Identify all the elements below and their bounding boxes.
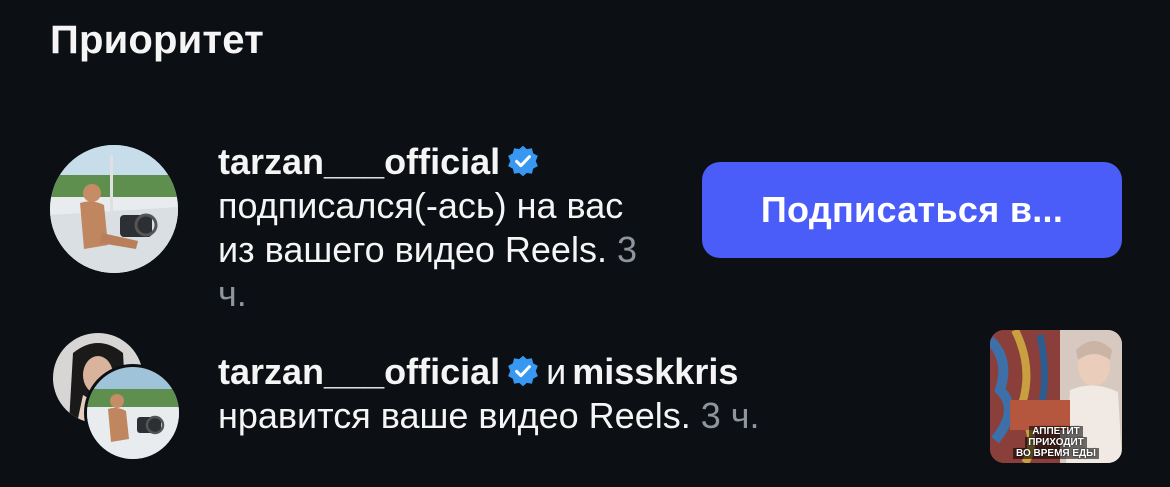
reel-thumbnail[interactable]: АППЕТИТ ПРИХОДИТ ВО ВРЕМЯ ЕДЫ [990, 330, 1122, 463]
caption-line: ВО ВРЕМЯ ЕДЫ [1013, 448, 1099, 459]
verified-badge-icon [508, 146, 538, 177]
avatar-image [87, 367, 179, 459]
notification-message: подписался(-ась) на вас из вашего видео … [218, 185, 624, 270]
timestamp: 3 ч. [700, 395, 760, 436]
avatar[interactable] [50, 145, 178, 273]
caption-line: АППЕТИТ [1029, 426, 1083, 437]
notification-text: tarzan___official подписался(-ась) на ва… [218, 140, 668, 306]
notification-message: нравится ваше видео Reels. [218, 395, 691, 436]
avatar-image [50, 145, 178, 273]
thumbnail-caption: АППЕТИТ ПРИХОДИТ ВО ВРЕМЯ ЕДЫ [990, 426, 1122, 459]
conjunction: и [546, 351, 567, 392]
username[interactable]: tarzan___official [218, 141, 500, 182]
avatar-stack[interactable] [50, 330, 182, 462]
follow-back-button[interactable]: Подписаться в... [702, 162, 1122, 258]
avatar [84, 364, 182, 462]
verified-badge-icon [508, 356, 538, 387]
caption-line: ПРИХОДИТ [1025, 437, 1087, 448]
username[interactable]: tarzan___official [218, 351, 500, 392]
section-title: Приоритет [50, 18, 264, 62]
username[interactable]: misskkris [572, 351, 738, 392]
notification-text: tarzan___official и misskkris нравится ваш… [218, 350, 938, 438]
activity-page: Приоритет tarzan___official подписался(-… [0, 0, 1170, 487]
